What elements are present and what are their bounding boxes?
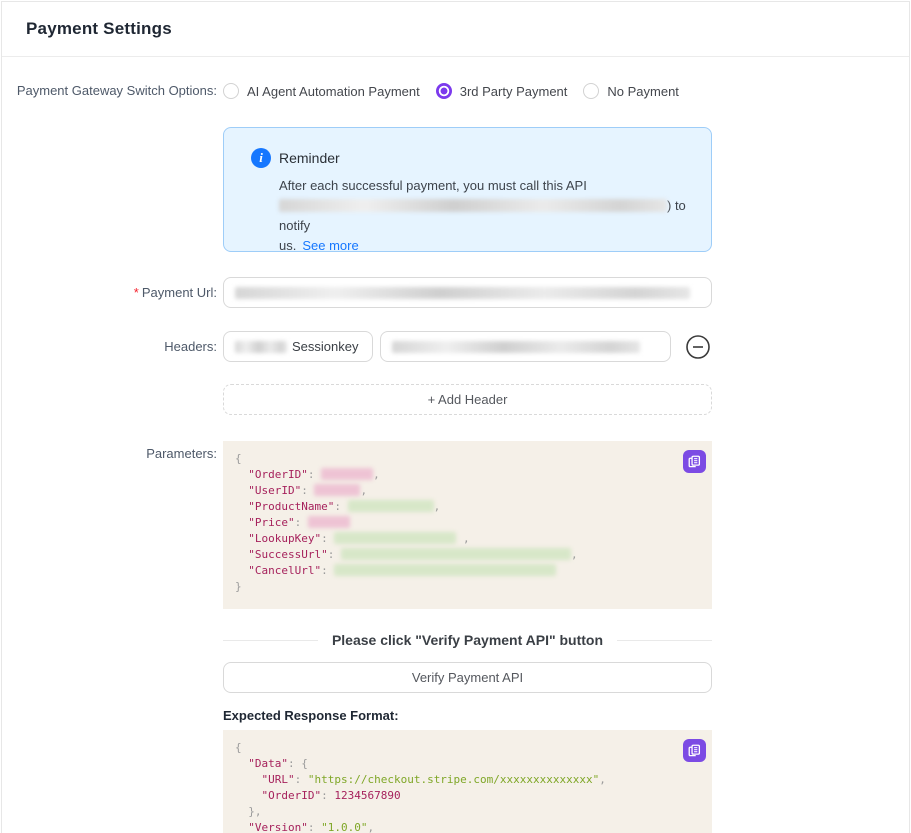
reminder-body: After each successful payment, you must … [251,176,687,256]
copy-response-button[interactable] [683,739,706,762]
reminder-row: i Reminder After each successful payment… [2,127,909,252]
code-line: "UserID": , [235,483,700,499]
code-line: }, [235,804,700,820]
code-line: } [235,579,700,595]
redacted-header-key-prefix [235,341,287,353]
code-line: "URL": "https://checkout.stripe.com/xxxx… [235,772,700,788]
card-header: Payment Settings [2,2,909,57]
reminder-title: Reminder [279,150,340,166]
redacted-lookup-key [334,532,456,544]
parameters-code-block: { "OrderID": , "UserID": , "ProductName"… [223,441,712,609]
copy-icon [688,455,701,468]
add-header-row: + Add Header [2,384,909,415]
verify-instruction-text: Please click "Verify Payment API" button [318,632,617,648]
reminder-line2: ) to notify [279,196,687,236]
redacted-cancel-url [334,564,556,576]
code-line: "CancelUrl": [235,563,700,579]
redacted-user-id [314,484,360,496]
headers-row: Headers: Sessionkey [2,331,909,362]
radio-unchecked-icon[interactable] [583,83,599,99]
redacted-price [308,516,350,528]
radio-unchecked-icon[interactable] [223,83,239,99]
radio-ai-agent-automation-payment[interactable]: AI Agent Automation Payment [223,83,420,99]
reminder-alert: i Reminder After each successful payment… [223,127,712,252]
redacted-header-value [392,341,640,353]
code-line: "ProductName": , [235,499,700,515]
verify-payment-api-button[interactable]: Verify Payment API [223,662,712,693]
code-line: "OrderID": , [235,467,700,483]
expected-response-heading: Expected Response Format: [223,708,909,723]
code-line: "OrderID": 1234567890 [235,788,700,804]
header-key-visible-text: Sessionkey [292,339,358,354]
remove-header-button[interactable] [685,334,711,360]
add-header-button[interactable]: + Add Header [223,384,712,415]
reminder-line3: us.See more [279,236,687,256]
radio-label: No Payment [607,84,679,99]
code-line: "Price": [235,515,700,531]
reminder-line1: After each successful payment, you must … [279,176,687,196]
info-icon: i [251,148,271,168]
expected-response-code-block: { "Data": { "URL": "https://checkout.str… [223,730,712,833]
header-value-input[interactable] [380,331,671,362]
parameters-row: Parameters: { "OrderID": , [2,441,909,609]
page-title: Payment Settings [26,19,172,39]
code-line: "Version": "1.0.0", [235,820,700,833]
minus-circle-icon [685,334,711,360]
copy-parameters-button[interactable] [683,450,706,473]
redacted-payment-url-value [235,287,690,299]
radio-3rd-party-payment[interactable]: 3rd Party Payment [436,83,568,99]
payment-settings-card: Payment Settings Payment Gateway Switch … [1,1,910,833]
radio-no-payment[interactable]: No Payment [583,83,679,99]
redacted-api-url [279,199,667,212]
header-key-input[interactable]: Sessionkey [223,331,373,362]
payment-settings-form: Payment Gateway Switch Options: AI Agent… [2,57,909,833]
radio-label: 3rd Party Payment [460,84,568,99]
gateway-options-row: Payment Gateway Switch Options: AI Agent… [2,81,909,101]
code-line: "SuccessUrl": , [235,547,700,563]
headers-label: Headers: [2,331,217,362]
verify-instruction-divider: Please click "Verify Payment API" button [223,630,712,650]
see-more-link[interactable]: See more [302,238,358,253]
parameters-label: Parameters: [2,441,217,462]
code-line: "LookupKey": , [235,531,700,547]
radio-label: AI Agent Automation Payment [247,84,420,99]
gateway-options-label: Payment Gateway Switch Options: [2,81,217,101]
payment-url-input[interactable] [223,277,712,308]
code-line: { [235,740,700,756]
redacted-product-name [348,500,434,512]
required-mark: * [134,285,139,300]
payment-url-row: *Payment Url: [2,277,909,308]
redacted-order-id [321,468,373,480]
gateway-radio-group: AI Agent Automation Payment 3rd Party Pa… [223,81,712,101]
code-line: "Data": { [235,756,700,772]
redacted-success-url [341,548,571,560]
payment-url-label: *Payment Url: [2,277,217,308]
radio-checked-icon[interactable] [436,83,452,99]
code-line: { [235,451,700,467]
copy-icon [688,744,701,757]
